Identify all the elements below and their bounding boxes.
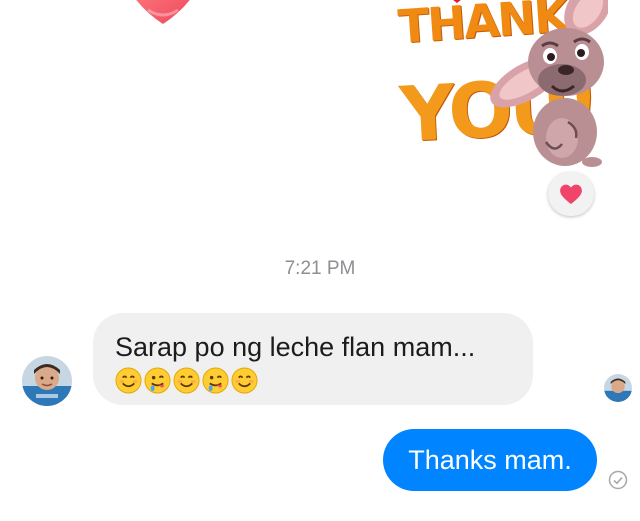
- dog-character-icon: [490, 0, 608, 167]
- sender-avatar[interactable]: [22, 356, 72, 406]
- heart-sticker[interactable]: [118, 0, 208, 26]
- smiling-face-icon: [115, 367, 142, 394]
- savoring-food-face-icon: [144, 367, 171, 394]
- smiling-face-icon: [173, 367, 200, 394]
- seen-avatar: [604, 374, 632, 402]
- timestamp: 7:21 PM: [284, 258, 356, 279]
- reaction-badge[interactable]: [548, 172, 594, 216]
- heart-icon: [560, 184, 582, 204]
- thank-you-sticker[interactable]: THANK YOU!: [378, 0, 608, 192]
- outgoing-message-bubble[interactable]: Thanks mam.: [383, 429, 597, 491]
- incoming-message-bubble[interactable]: Sarap po ng leche flan mam...: [93, 313, 533, 405]
- emoji-row: [115, 367, 511, 394]
- sent-check-icon: [608, 470, 628, 490]
- chat-screen: THANK YOU! 7:21 PM Sarap po ng leche fla…: [0, 0, 640, 521]
- incoming-message-text: Sarap po ng leche flan mam...: [115, 332, 476, 362]
- savoring-food-face-icon: [202, 367, 229, 394]
- smiling-face-icon: [231, 367, 258, 394]
- outgoing-message-text: Thanks mam.: [408, 444, 572, 475]
